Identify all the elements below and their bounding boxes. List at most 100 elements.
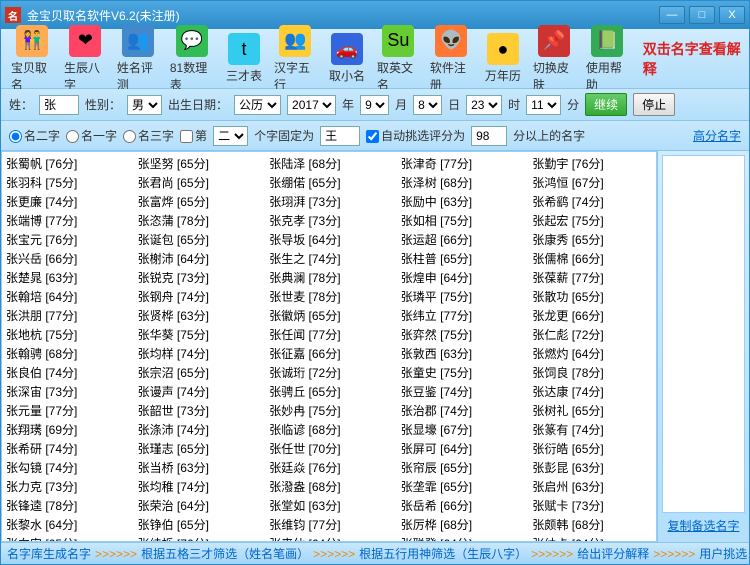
toolbar-汉字五行[interactable]: 👥汉字五行 — [270, 23, 321, 95]
name-item[interactable]: 张珝湃 [73分] — [267, 192, 391, 211]
name-item[interactable]: 张篆有 [74分] — [530, 420, 654, 439]
name-item[interactable]: 张纳卡 [64分] — [530, 534, 654, 542]
name-item[interactable]: 张谩声 [74分] — [136, 382, 260, 401]
name-item[interactable]: 张豆鉴 [74分] — [399, 382, 523, 401]
name-item[interactable]: 张运超 [66分] — [399, 230, 523, 249]
name-item[interactable]: 张潑盎 [68分] — [267, 477, 391, 496]
name-item[interactable]: 张任闻 [77分] — [267, 325, 391, 344]
score-input[interactable] — [471, 126, 507, 146]
fix-char-input[interactable] — [320, 126, 360, 146]
name-item[interactable]: 张均样 [74分] — [136, 344, 260, 363]
name-item[interactable]: 张宝元 [76分] — [4, 230, 128, 249]
name-item[interactable]: 张徽炳 [65分] — [267, 306, 391, 325]
name-item[interactable]: 张宗沼 [65分] — [136, 363, 260, 382]
name-item[interactable]: 张希鹞 [74分] — [530, 192, 654, 211]
name-item[interactable]: 张鸿恒 [67分] — [530, 173, 654, 192]
name-item[interactable]: 张坚努 [65分] — [136, 154, 260, 173]
name-item[interactable]: 张妙冉 [75分] — [267, 401, 391, 420]
name-item[interactable]: 张兴岳 [66分] — [4, 249, 128, 268]
name-item[interactable]: 张君尚 [65分] — [136, 173, 260, 192]
fix-pos-select[interactable]: 二 — [213, 126, 248, 146]
fix-check[interactable]: 第 — [180, 127, 207, 144]
name-item[interactable]: 张向安 [65分] — [4, 534, 128, 542]
name-item[interactable]: 张煌申 [64分] — [399, 268, 523, 287]
fix-checkbox[interactable] — [180, 130, 193, 143]
name-item[interactable]: 张征嘉 [66分] — [267, 344, 391, 363]
month-select[interactable]: 9 — [360, 95, 389, 115]
name-item[interactable]: 张绷偌 [65分] — [267, 173, 391, 192]
radio-one[interactable]: 名一字 — [66, 127, 117, 144]
name-item[interactable]: 张瑾志 [65分] — [136, 439, 260, 458]
name-item[interactable]: 张仁彪 [72分] — [530, 325, 654, 344]
continue-button[interactable]: 继续 — [585, 93, 627, 116]
name-item[interactable]: 张翔璓 [69分] — [4, 420, 128, 439]
name-item[interactable]: 张任世 [70分] — [267, 439, 391, 458]
name-item[interactable]: 张蜀帆 [76分] — [4, 154, 128, 173]
minute-select[interactable]: 11 — [526, 95, 561, 115]
maximize-button[interactable]: □ — [689, 6, 715, 24]
name-item[interactable]: 张津奇 [77分] — [399, 154, 523, 173]
name-item[interactable]: 张弈然 [75分] — [399, 325, 523, 344]
toolbar-宝贝取名[interactable]: 👫宝贝取名 — [7, 23, 58, 95]
radio-one-char[interactable] — [66, 130, 79, 143]
name-item[interactable]: 张黎水 [64分] — [4, 515, 128, 534]
name-item[interactable]: 张涤沛 [74分] — [136, 420, 260, 439]
name-item[interactable]: 张洪朋 [77分] — [4, 306, 128, 325]
selected-names-box[interactable] — [662, 155, 745, 513]
name-item[interactable]: 张维钧 [77分] — [267, 515, 391, 534]
name-item[interactable]: 张联登 [64分] — [399, 534, 523, 542]
name-item[interactable]: 张铮伯 [65分] — [136, 515, 260, 534]
minimize-button[interactable]: — — [659, 6, 685, 24]
name-item[interactable]: 张贤桦 [63分] — [136, 306, 260, 325]
radio-three-char[interactable] — [123, 130, 136, 143]
name-item[interactable]: 张葆薪 [77分] — [530, 268, 654, 287]
name-item[interactable]: 张彭昆 [63分] — [530, 458, 654, 477]
name-item[interactable]: 张廷焱 [76分] — [267, 458, 391, 477]
hour-select[interactable]: 23 — [466, 95, 502, 115]
year-select[interactable]: 2017 — [287, 95, 336, 115]
toolbar-姓名评测[interactable]: 👥姓名评测 — [113, 23, 164, 95]
close-button[interactable]: X — [719, 6, 745, 24]
name-item[interactable]: 张华葵 [75分] — [136, 325, 260, 344]
toolbar-软件注册[interactable]: 👽软件注册 — [426, 23, 477, 95]
name-item[interactable]: 张更廉 [74分] — [4, 192, 128, 211]
toolbar-81数理表[interactable]: 💬81数理表 — [166, 23, 218, 95]
name-item[interactable]: 张散功 [65分] — [530, 287, 654, 306]
name-item[interactable]: 张均稚 [74分] — [136, 477, 260, 496]
name-item[interactable]: 张导坂 [64分] — [267, 230, 391, 249]
surname-input[interactable] — [39, 95, 79, 115]
name-item[interactable]: 张锋逵 [78分] — [4, 496, 128, 515]
toolbar-切换皮肤[interactable]: 📌切换皮肤 — [529, 23, 580, 95]
name-item[interactable]: 张良伯 [74分] — [4, 363, 128, 382]
name-item[interactable]: 张力克 [73分] — [4, 477, 128, 496]
auto-checkbox[interactable] — [366, 130, 379, 143]
name-item[interactable]: 张深宙 [73分] — [4, 382, 128, 401]
name-item[interactable]: 张韶世 [73分] — [136, 401, 260, 420]
name-item[interactable]: 张榭沛 [64分] — [136, 249, 260, 268]
name-item[interactable]: 张如相 [75分] — [399, 211, 523, 230]
name-item[interactable]: 张璘平 [75分] — [399, 287, 523, 306]
name-item[interactable]: 张达康 [74分] — [530, 382, 654, 401]
name-item[interactable]: 张诞包 [65分] — [136, 230, 260, 249]
name-item[interactable]: 张元量 [77分] — [4, 401, 128, 420]
name-item[interactable]: 张显壕 [67分] — [399, 420, 523, 439]
name-item[interactable]: 张希研 [74分] — [4, 439, 128, 458]
name-item[interactable]: 张泽树 [68分] — [399, 173, 523, 192]
stop-button[interactable]: 停止 — [633, 93, 675, 116]
names-list[interactable]: 张蜀帆 [76分]张羽科 [75分]张更廉 [74分]张端博 [77分]张宝元 … — [1, 151, 657, 542]
name-item[interactable]: 张帘辰 [65分] — [399, 458, 523, 477]
gender-select[interactable]: 男 — [127, 95, 162, 115]
toolbar-取小名[interactable]: 🚗取小名 — [323, 31, 371, 86]
name-item[interactable]: 张生之 [74分] — [267, 249, 391, 268]
toolbar-取英文名[interactable]: Su取英文名 — [373, 23, 424, 95]
name-item[interactable]: 张诚珩 [72分] — [267, 363, 391, 382]
toolbar-生辰八字[interactable]: ❤生辰八字 — [60, 23, 111, 95]
name-item[interactable]: 张荣治 [64分] — [136, 496, 260, 515]
name-item[interactable]: 张地杭 [75分] — [4, 325, 128, 344]
name-item[interactable]: 张锐克 [73分] — [136, 268, 260, 287]
name-item[interactable]: 张起宏 [75分] — [530, 211, 654, 230]
name-item[interactable]: 张屏可 [64分] — [399, 439, 523, 458]
name-item[interactable]: 张纬立 [77分] — [399, 306, 523, 325]
name-item[interactable]: 张龙更 [66分] — [530, 306, 654, 325]
name-item[interactable]: 张恣蒲 [78分] — [136, 211, 260, 230]
